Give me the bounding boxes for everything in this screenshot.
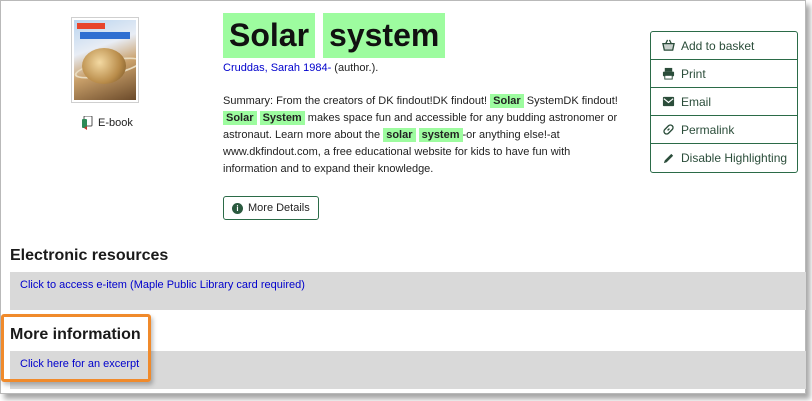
email-button[interactable]: Email — [651, 88, 797, 116]
permalink-button[interactable]: Permalink — [651, 116, 797, 144]
basket-icon — [662, 39, 675, 51]
summary-text: Summary: From the creators of DK findout… — [223, 93, 618, 178]
search-term-highlight: System — [259, 111, 305, 125]
search-term-highlight: Solar — [490, 94, 524, 108]
title-word-highlighted: Solar — [223, 13, 316, 58]
cover-brand-mark — [77, 23, 105, 29]
email-icon — [662, 96, 675, 107]
more-details-label: More Details — [248, 202, 310, 214]
cover-planet — [82, 48, 126, 84]
format-label: E-book — [98, 117, 133, 129]
permalink-label: Permalink — [681, 122, 735, 137]
disable-highlighting-label: Disable Highlighting — [681, 151, 788, 165]
record-actions-toolbar: Add to basket Print Email Permalink Disa… — [650, 31, 798, 173]
access-eitem-link[interactable]: Click to access e-item (Maple Public Lib… — [20, 279, 305, 291]
print-label: Print — [681, 66, 706, 81]
author-link[interactable]: Cruddas, Sarah 1984- — [223, 62, 331, 74]
ebook-icon — [82, 116, 93, 130]
format-indicator: E-book — [81, 116, 133, 130]
search-term-highlight: solar — [383, 128, 416, 142]
author-role: (author.). — [331, 62, 379, 74]
summary-segment: SystemDK findout! — [523, 95, 618, 107]
email-label: Email — [681, 94, 712, 109]
cover-art — [74, 20, 136, 100]
book-cover-image[interactable] — [71, 17, 139, 103]
print-button[interactable]: Print — [651, 60, 797, 88]
callout-highlight-box — [1, 314, 151, 382]
cover-title-strip — [80, 32, 130, 39]
add-to-basket-label: Add to basket — [681, 38, 755, 53]
electronic-resources-heading: Electronic resources — [10, 247, 169, 264]
record-detail-page: E-book Solar system Cruddas, Sarah 1984-… — [0, 0, 806, 394]
title-word-highlighted: system — [323, 13, 446, 58]
print-icon — [662, 67, 675, 80]
link-icon — [663, 124, 674, 135]
add-to-basket-button[interactable]: Add to basket — [651, 32, 797, 60]
summary-segment: Summary: From the creators of DK findout… — [223, 95, 491, 107]
more-details-button[interactable]: i More Details — [223, 196, 319, 220]
record-title: Solar system — [223, 13, 446, 58]
disable-highlighting-button[interactable]: Disable Highlighting — [651, 144, 797, 172]
electronic-resources-panel: Click to access e-item (Maple Public Lib… — [10, 272, 806, 310]
search-term-highlight: Solar — [223, 111, 257, 125]
author-line: Cruddas, Sarah 1984- (author.). — [223, 62, 378, 74]
search-term-highlight: system — [418, 128, 463, 142]
pencil-icon — [663, 153, 674, 163]
info-icon: i — [232, 202, 243, 214]
